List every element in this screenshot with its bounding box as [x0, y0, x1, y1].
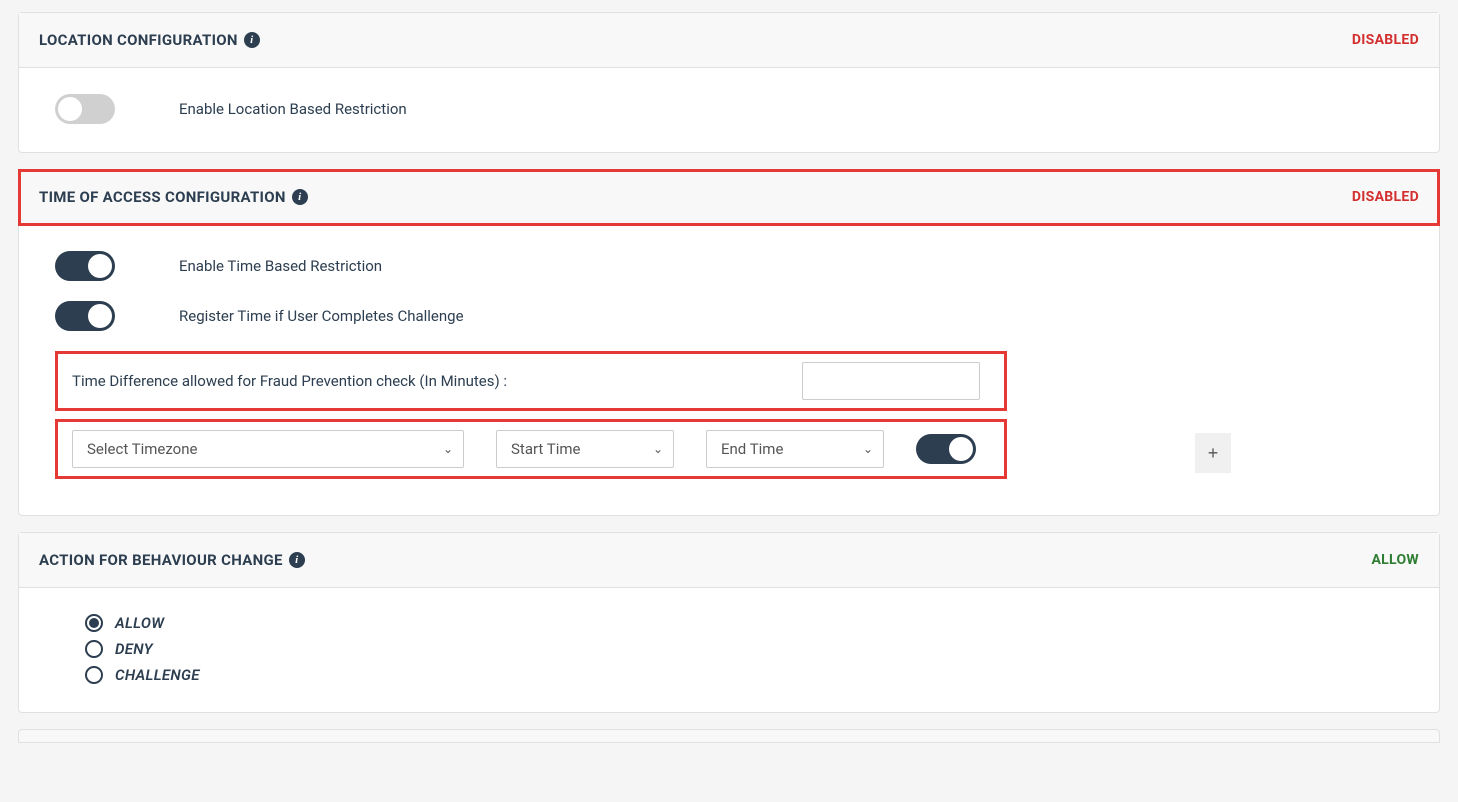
time-row-toggle[interactable] [916, 434, 976, 464]
location-config-title-row: LOCATION CONFIGURATION i [39, 31, 260, 49]
radio-icon [85, 666, 103, 684]
time-config-title-row: TIME OF ACCESS CONFIGURATION i [39, 188, 308, 206]
time-register-row: Register Time if User Completes Challeng… [55, 301, 1403, 331]
time-enable-row: Enable Time Based Restriction [55, 251, 1403, 281]
action-change-body: ALLOW DENY CHALLENGE [19, 588, 1439, 712]
time-config-title: TIME OF ACCESS CONFIGURATION [39, 188, 286, 206]
time-tz-row: Select Timezone ⌄ Start Time ⌄ End Time … [55, 419, 1007, 479]
action-radio-deny-label: DENY [115, 640, 153, 658]
time-register-label: Register Time if User Completes Challeng… [179, 307, 464, 325]
location-enable-toggle[interactable] [55, 94, 115, 124]
location-status-badge: DISABLED [1352, 32, 1419, 48]
toggle-knob [88, 254, 112, 278]
action-radio-deny[interactable]: DENY [85, 640, 1403, 658]
action-status-badge: ALLOW [1371, 552, 1419, 568]
time-diff-row: Time Difference allowed for Fraud Preven… [55, 351, 1007, 411]
end-time-select[interactable]: End Time ⌄ [706, 430, 884, 468]
chevron-down-icon: ⌄ [863, 442, 873, 456]
location-enable-label: Enable Location Based Restriction [179, 100, 407, 118]
time-tz-outer-row: Select Timezone ⌄ Start Time ⌄ End Time … [55, 419, 1403, 487]
info-icon[interactable]: i [244, 32, 260, 48]
timezone-select-label: Select Timezone [87, 440, 197, 458]
location-config-header: LOCATION CONFIGURATION i DISABLED [19, 13, 1439, 68]
end-time-label: End Time [721, 440, 783, 458]
action-change-title-row: ACTION FOR BEHAVIOUR CHANGE i [39, 551, 305, 569]
time-config-header: TIME OF ACCESS CONFIGURATION i DISABLED [19, 170, 1439, 225]
toggle-knob [949, 437, 973, 461]
action-radio-allow[interactable]: ALLOW [85, 614, 1403, 632]
radio-icon [85, 614, 103, 632]
location-config-panel: LOCATION CONFIGURATION i DISABLED Enable… [18, 12, 1440, 153]
next-panel-partial [18, 729, 1440, 743]
toggle-knob [58, 97, 82, 121]
time-config-panel: TIME OF ACCESS CONFIGURATION i DISABLED … [18, 169, 1440, 516]
time-enable-label: Enable Time Based Restriction [179, 257, 382, 275]
time-status-badge: DISABLED [1352, 189, 1419, 205]
timezone-select[interactable]: Select Timezone ⌄ [72, 430, 464, 468]
action-radio-challenge[interactable]: CHALLENGE [85, 666, 1403, 684]
time-enable-toggle[interactable] [55, 251, 115, 281]
start-time-label: Start Time [511, 440, 580, 458]
add-time-row-button[interactable]: + [1195, 433, 1231, 473]
action-change-header: ACTION FOR BEHAVIOUR CHANGE i ALLOW [19, 533, 1439, 588]
chevron-down-icon: ⌄ [653, 442, 663, 456]
location-config-title: LOCATION CONFIGURATION [39, 31, 238, 49]
location-enable-row: Enable Location Based Restriction [55, 94, 1403, 124]
chevron-down-icon: ⌄ [443, 442, 453, 456]
info-icon[interactable]: i [292, 189, 308, 205]
action-change-panel: ACTION FOR BEHAVIOUR CHANGE i ALLOW ALLO… [18, 532, 1440, 713]
radio-icon [85, 640, 103, 658]
time-register-toggle[interactable] [55, 301, 115, 331]
action-radio-challenge-label: CHALLENGE [115, 666, 200, 684]
time-diff-label: Time Difference allowed for Fraud Preven… [72, 372, 507, 390]
location-config-body: Enable Location Based Restriction [19, 68, 1439, 152]
action-change-title: ACTION FOR BEHAVIOUR CHANGE [39, 551, 283, 569]
action-radio-allow-label: ALLOW [115, 614, 164, 632]
start-time-select[interactable]: Start Time ⌄ [496, 430, 674, 468]
toggle-knob [88, 304, 112, 328]
time-diff-input[interactable] [802, 362, 980, 400]
action-radio-group: ALLOW DENY CHALLENGE [55, 614, 1403, 684]
info-icon[interactable]: i [289, 552, 305, 568]
time-config-body: Enable Time Based Restriction Register T… [19, 225, 1439, 515]
